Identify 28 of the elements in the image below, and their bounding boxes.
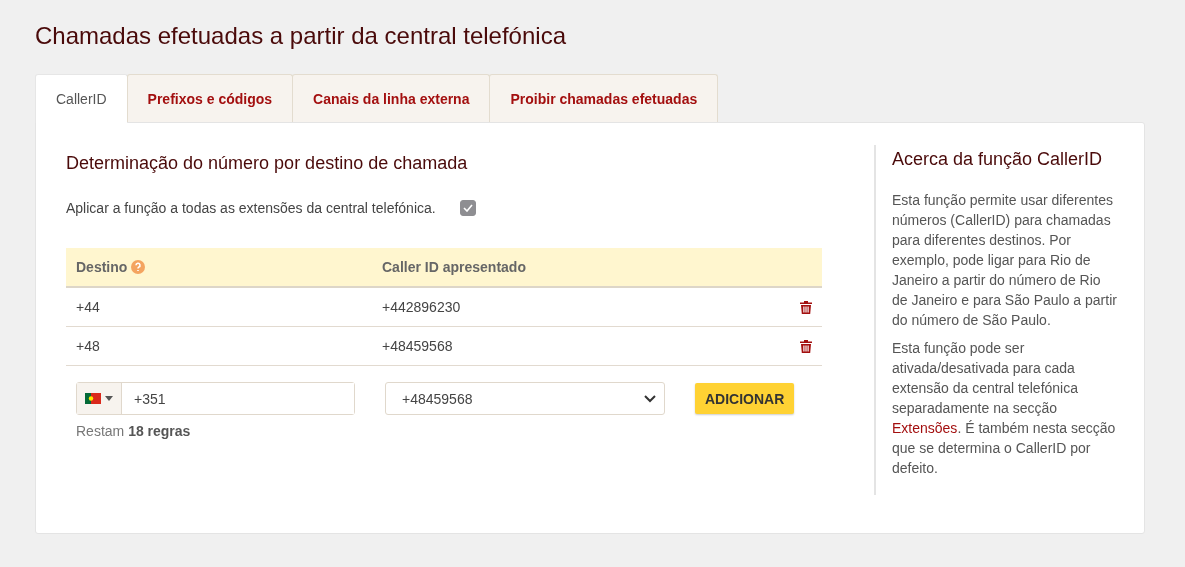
tab[interactable]: Canais da linha externa (292, 74, 491, 122)
table-cell-text: +48459568 (382, 338, 454, 354)
trash-icon[interactable] (800, 339, 812, 353)
flag-icon (85, 393, 101, 404)
info-heading: Acerca da função CallerID (892, 149, 1104, 170)
phone-field[interactable]: +351 (76, 382, 355, 415)
country-selector[interactable] (77, 383, 122, 414)
caret-icon (105, 396, 113, 401)
chevron-down-icon (644, 394, 656, 403)
check-icon (462, 204, 473, 212)
section-heading: Determinação do número por destino de chamada (66, 153, 469, 174)
tab[interactable]: CallerID (35, 74, 128, 123)
apply-all-label: Aplicar a função a todas as extensões da central telefónica. (66, 200, 436, 216)
remaining-rules-text: Restam 18 regras (75, 422, 192, 439)
tab[interactable]: Prefixos e códigos (126, 74, 294, 122)
caller-id-select[interactable]: +48459568 (385, 382, 665, 415)
trash-icon[interactable] (800, 300, 812, 314)
checkbox[interactable] (459, 200, 476, 216)
table-cell-text: +44 (76, 299, 101, 315)
column-header: Caller ID apresentado (382, 259, 527, 275)
info-paragraph: Esta função pode ser ativada/desativada para cada extensão da central telefónica separadamente na secção Extensões. É também nesta secção que se determina o CallerID por defeito. (892, 339, 1117, 478)
page-title: Chamadas efetuadas a partir da central telefónica (35, 21, 567, 51)
tab[interactable]: Proibir chamadas efetuadas (489, 74, 719, 122)
add-button[interactable]: ADICIONAR (695, 383, 795, 414)
column-header: Destino (76, 259, 128, 275)
table-cell-text: +48 (76, 338, 101, 354)
table-cell-text: +442896230 (382, 299, 462, 315)
info-paragraph: Esta função permite usar diferentes números (CallerID) para chamadas para diferentes destinos. Por exemplo, pode ligar para Rio de Janeiro a partir do número de Rio de Janeiro e para São Paulo a partir do número de São Paulo. (892, 191, 1118, 330)
